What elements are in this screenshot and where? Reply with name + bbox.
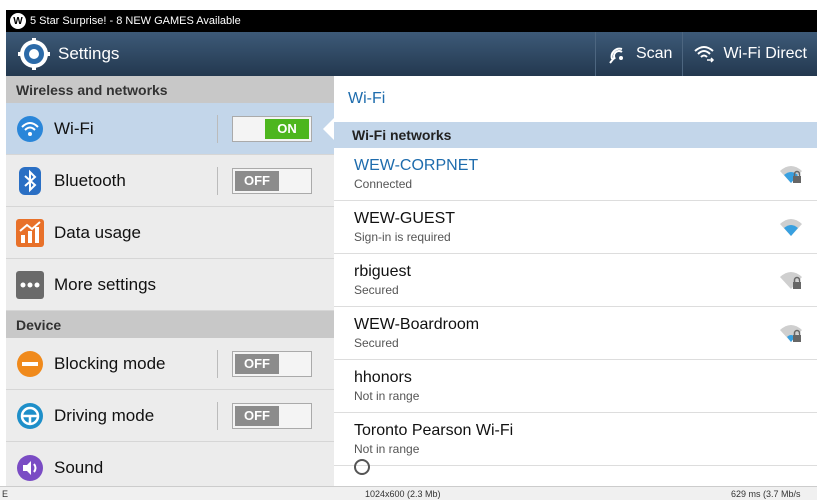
scan-button[interactable]: Scan xyxy=(594,32,682,76)
sidebar-item-label: Bluetooth xyxy=(54,170,126,190)
wifi-signal-locked-icon xyxy=(780,166,802,183)
footer-timing: 629 ms (3.7 Mb/s xyxy=(731,489,801,499)
page-title: Settings xyxy=(58,44,120,63)
sidebar-item-label: Wi-Fi xyxy=(54,118,94,138)
driving-mode-icon xyxy=(16,402,44,430)
sidebar-item-label: Sound xyxy=(54,457,104,477)
sidebar-item-bluetooth[interactable]: Bluetooth OFF xyxy=(6,155,334,207)
scan-icon xyxy=(609,47,623,64)
network-status: Not in range xyxy=(354,442,420,456)
divider xyxy=(217,114,218,143)
divider xyxy=(217,349,218,378)
footer-resolution: 1024x600 (2.3 Mb) xyxy=(365,489,441,499)
driving-mode-toggle[interactable]: OFF xyxy=(232,402,312,429)
selection-pointer xyxy=(323,117,334,141)
bluetooth-icon xyxy=(16,166,44,195)
more-settings-icon xyxy=(16,270,44,299)
action-bar: Settings Scan Wi-Fi Direct xyxy=(6,32,817,76)
wifi-detail-pane: Wi-Fi Wi-Fi networks WEW-CORPNET Connect… xyxy=(334,76,817,486)
toggle-state: OFF xyxy=(235,353,279,374)
scan-label: Scan xyxy=(635,45,673,62)
network-item[interactable]: WEW-GUEST Sign-in is required xyxy=(334,201,817,254)
wifi-signal-icon xyxy=(780,219,802,236)
sound-icon xyxy=(16,454,44,482)
divider xyxy=(217,166,218,195)
section-header-device: Device xyxy=(6,311,334,338)
divider xyxy=(217,401,218,430)
sidebar-item-driving-mode[interactable]: Driving mode OFF xyxy=(6,390,334,442)
network-status: Sign-in is required xyxy=(354,230,451,244)
wifi-networks-header: Wi-Fi networks xyxy=(334,122,817,148)
network-item[interactable]: WEW-CORPNET Connected xyxy=(334,148,817,201)
toggle-state: ON xyxy=(265,118,309,139)
settings-sidebar: Wireless and networks Wi-Fi ON Bluetooth xyxy=(6,76,334,486)
network-item[interactable]: hhonors Not in range xyxy=(334,360,817,413)
wifi-direct-icon xyxy=(694,46,715,63)
network-item[interactable]: Toronto Pearson Wi-Fi Not in range xyxy=(334,413,817,475)
toggle-state: OFF xyxy=(235,405,279,426)
status-bar: W 5 Star Surprise! - 8 NEW GAMES Availab… xyxy=(6,10,817,32)
network-name: rbiguest xyxy=(354,263,411,280)
network-status: Secured xyxy=(354,336,399,350)
sidebar-item-label: Blocking mode xyxy=(54,353,166,373)
network-status: Connected xyxy=(354,177,413,191)
screenshot-frame: W 5 Star Surprise! - 8 NEW GAMES Availab… xyxy=(0,0,817,500)
wifi-pane-title: Wi-Fi xyxy=(348,90,386,107)
settings-gear-icon xyxy=(18,38,50,70)
wifi-direct-button[interactable]: Wi-Fi Direct xyxy=(682,32,817,76)
sidebar-item-wifi[interactable]: Wi-Fi ON xyxy=(6,103,334,155)
sidebar-item-sound[interactable]: Sound xyxy=(6,442,334,486)
sidebar-item-label: More settings xyxy=(54,274,157,294)
sidebar-item-label: Driving mode xyxy=(54,405,155,425)
notification-text[interactable]: 5 Star Surprise! - 8 NEW GAMES Available xyxy=(30,15,241,27)
network-status: Secured xyxy=(354,283,399,297)
network-name: hhonors xyxy=(354,369,412,386)
bluetooth-toggle[interactable]: OFF xyxy=(232,167,312,194)
sidebar-item-label: Data usage xyxy=(54,222,141,242)
wifi-signal-locked-icon xyxy=(780,325,802,342)
sidebar-item-blocking-mode[interactable]: Blocking mode OFF xyxy=(6,338,334,390)
section-header-wireless: Wireless and networks xyxy=(6,76,334,103)
game-app-icon: W xyxy=(10,13,26,29)
network-item[interactable]: WEW-Boardroom Secured xyxy=(334,307,817,360)
sidebar-item-more-settings[interactable]: More settings xyxy=(6,259,334,311)
blocking-mode-toggle[interactable]: OFF xyxy=(232,350,312,377)
network-status: Not in range xyxy=(354,389,420,403)
wifi-icon xyxy=(16,115,44,143)
network-name: WEW-GUEST xyxy=(354,210,456,227)
sidebar-item-data-usage[interactable]: Data usage xyxy=(6,207,334,259)
data-usage-icon xyxy=(16,218,44,247)
network-name: Toronto Pearson Wi-Fi xyxy=(354,422,514,439)
network-name: WEW-CORPNET xyxy=(354,157,479,174)
network-name: WEW-Boardroom xyxy=(354,316,480,333)
add-network-icon[interactable] xyxy=(354,459,370,475)
wifi-toggle[interactable]: ON xyxy=(232,115,312,142)
wifi-signal-locked-icon xyxy=(780,272,802,289)
viewer-footer: E 1024x600 (2.3 Mb) 629 ms (3.7 Mb/s xyxy=(0,486,817,500)
toggle-state: OFF xyxy=(235,170,279,191)
wifi-direct-label: Wi-Fi Direct xyxy=(723,45,807,62)
blocking-mode-icon xyxy=(16,350,44,378)
network-item[interactable]: rbiguest Secured xyxy=(334,254,817,307)
footer-left-text: E xyxy=(2,489,9,499)
